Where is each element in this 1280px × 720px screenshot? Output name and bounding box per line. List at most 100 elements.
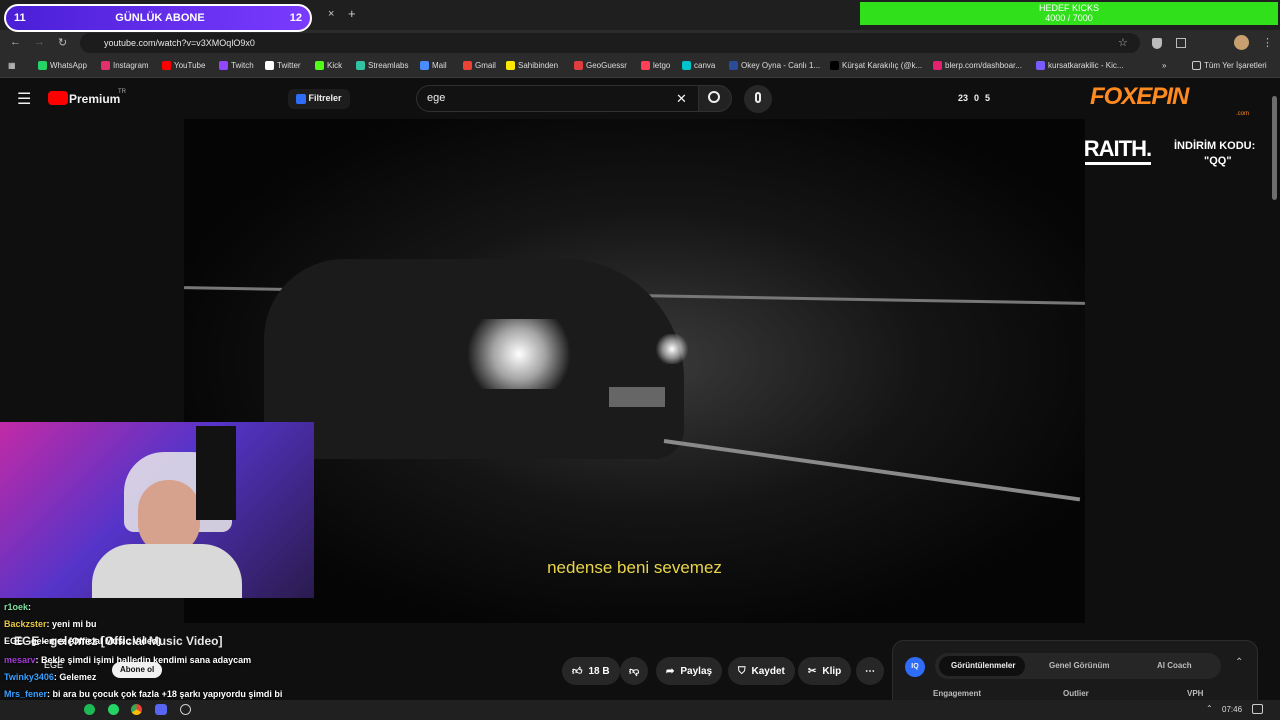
like-button[interactable]: 👍︎ 18 B (562, 657, 620, 685)
chat-username[interactable]: Backzster (4, 619, 47, 629)
bookmark-item[interactable]: Kick (315, 61, 342, 70)
col-outlier: Outlier (1063, 689, 1089, 698)
chat-username[interactable]: Twinky3406 (4, 672, 54, 682)
tab-ai-coach[interactable]: AI Coach (1157, 661, 1192, 670)
chat-text: : (28, 602, 32, 612)
chat-message: Mrs_fener: bi ara bu çocuk çok fazla +18… (4, 689, 282, 699)
menu-dots-icon[interactable]: ⋮ (1262, 36, 1273, 49)
new-tab-button[interactable]: + (348, 6, 356, 21)
bookmark-label: Twitch (231, 61, 254, 70)
bookmark-label: Gmail (475, 61, 496, 70)
bookmark-label: WhatsApp (50, 61, 87, 70)
video-title: EGE - gelemez [Official Music Video] (14, 634, 223, 648)
bookmark-label: GeoGuessr (586, 61, 627, 70)
url-input[interactable]: youtube.com/watch?v=v3XMOqlO9x0 (80, 33, 1140, 53)
bookmark-item[interactable]: YouTube (162, 61, 205, 70)
bookmark-item[interactable]: Instagram (101, 61, 149, 70)
shield-icon[interactable] (1152, 38, 1162, 49)
obs-icon[interactable] (180, 704, 191, 715)
bookmark-favicon-icon (219, 61, 228, 70)
notifications-icon[interactable] (1252, 704, 1263, 714)
bookmark-label: canva (694, 61, 716, 70)
daily-sub-goal-widget: GÜNLÜK ABONE 11 12 (4, 4, 312, 32)
dislike-button[interactable]: 👎︎ (620, 657, 649, 685)
kicks-goal-value: 4000 / 7000 (1045, 13, 1093, 23)
clock: 07:46 (1222, 705, 1243, 714)
clip-label: Klip (822, 665, 842, 677)
bookmark-star-icon[interactable]: ☆ (1118, 36, 1128, 49)
bookmark-item[interactable]: Gmail (463, 61, 496, 70)
tab-close-icon[interactable]: × (328, 8, 334, 20)
whatsapp-icon[interactable] (108, 704, 119, 715)
bookmark-item[interactable]: WhatsApp (38, 61, 87, 70)
chrome-icon[interactable] (131, 704, 142, 715)
chat-username[interactable]: r1oek (4, 602, 28, 612)
region-code: TR (118, 89, 126, 95)
apps-grid-icon[interactable]: ▦ (8, 61, 16, 70)
discord-icon[interactable] (155, 704, 167, 715)
youtube-header: ☰ Premium TR Filtreler ege ✕ 23 0 5 FOXE… (0, 79, 1280, 119)
forward-icon[interactable]: → (34, 36, 45, 48)
bookmark-label: blerp.com/dashboar... (945, 61, 1022, 70)
bookmark-item[interactable]: Kürşat Karakılıç (@k... (830, 61, 922, 70)
video-player[interactable]: nedense beni sevemez (184, 119, 1085, 623)
road-line (663, 439, 1081, 502)
stat-circle-value: 5 (985, 93, 991, 103)
page-scrollbar[interactable] (1272, 96, 1277, 200)
chat-username[interactable]: mesarv (4, 655, 36, 665)
vidiq-badge: IQ (905, 657, 925, 677)
profile-avatar[interactable] (1234, 35, 1249, 50)
filters-label: Filtreler (308, 93, 342, 103)
bookmark-item[interactable]: Mail (420, 61, 447, 70)
bookmark-item[interactable]: canva (682, 61, 715, 70)
all-bookmarks[interactable]: Tüm Yer İşaretleri (1192, 61, 1267, 70)
tray-chevron-icon[interactable]: ⌃ (1206, 704, 1213, 713)
bookmark-item[interactable]: GeoGuessr (574, 61, 627, 70)
bookmark-item[interactable]: Twitch (219, 61, 254, 70)
bookmarks-more-icon[interactable]: » (1162, 61, 1166, 70)
reload-icon[interactable]: ↻ (58, 36, 67, 49)
bookmark-label: Streamlabs (368, 61, 409, 70)
stat-eye-value: 0 (974, 93, 980, 103)
collapse-chevron-icon[interactable]: ⌃ (1235, 657, 1243, 668)
tab-views[interactable]: Görüntülenmeler (951, 661, 1015, 670)
clip-button[interactable]: ✂ Klip (798, 657, 852, 685)
youtube-premium-logo[interactable]: Premium (69, 92, 120, 106)
extensions-icon[interactable] (1176, 38, 1186, 48)
address-bar-row: ← → ↻ youtube.com/watch?v=v3XMOqlO9x0 ☆ … (0, 30, 1280, 56)
youtube-logo-icon[interactable] (48, 91, 68, 105)
channel-name[interactable]: EGE (44, 660, 63, 670)
license-plate (609, 387, 665, 407)
stat-clock-value: 23 (958, 93, 969, 103)
bookmark-label: letgo (653, 61, 671, 70)
thumbs-down-icon: 👎︎ (629, 666, 640, 677)
vidiq-badge-icon (296, 93, 306, 104)
chat-message: r1oek: (4, 602, 31, 612)
share-button[interactable]: ➦ Paylaş (656, 657, 723, 685)
share-label: Paylaş (680, 665, 713, 677)
bookmark-item[interactable]: Streamlabs (356, 61, 408, 70)
bookmark-item[interactable]: Okey Oyna - Canlı 1... (729, 61, 820, 70)
foxepin-logo: FOXEPIN (1090, 83, 1189, 110)
thumbs-up-icon: 👍︎ (572, 666, 583, 677)
bookmark-item[interactable]: kursatkarakilic - Kic... (1036, 61, 1124, 70)
filters-button[interactable]: Filtreler (288, 89, 350, 109)
subscribe-button[interactable]: Abone ol (112, 662, 163, 678)
more-actions-button[interactable]: ⋯ (856, 657, 884, 685)
kicks-goal-widget: HEDEF KICKS 4000 / 7000 (860, 2, 1278, 25)
chat-username[interactable]: Mrs_fener (4, 689, 47, 699)
save-button[interactable]: ⛉ Kaydet (728, 657, 795, 685)
back-icon[interactable]: ← (10, 36, 21, 48)
voice-search-button[interactable] (744, 85, 772, 113)
bookmark-item[interactable]: blerp.com/dashboar... (933, 61, 1022, 70)
search-button[interactable] (698, 85, 732, 112)
search-input[interactable]: ege (416, 85, 700, 112)
bookmark-item[interactable]: Twitter (265, 61, 301, 70)
clear-search-icon[interactable]: ✕ (676, 91, 687, 107)
bookmark-item[interactable]: Sahibinden (506, 61, 558, 70)
bookmark-favicon-icon (38, 61, 47, 70)
spotify-icon[interactable] (84, 704, 95, 715)
hamburger-menu-icon[interactable]: ☰ (17, 89, 31, 109)
tab-overview[interactable]: Genel Görünüm (1049, 661, 1109, 670)
bookmark-item[interactable]: letgo (641, 61, 670, 70)
